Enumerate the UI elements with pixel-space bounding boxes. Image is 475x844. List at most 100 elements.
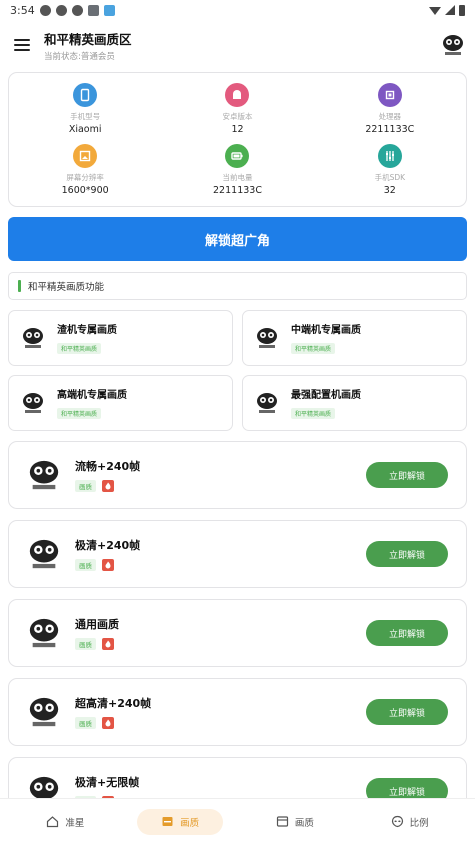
unlock-now-button[interactable]: 立即解锁 (366, 462, 448, 488)
info-label: 屏幕分辨率 (66, 172, 104, 182)
pubg-logo-icon (29, 697, 59, 727)
quality-card-high-end[interactable]: 高端机专属画质 和平精英画质 (8, 375, 233, 431)
window-icon (276, 816, 288, 827)
menu-icon[interactable] (14, 39, 30, 51)
status-time: 3:54 (10, 3, 35, 17)
mode-tag: 画质 (75, 480, 96, 492)
card-tag: 和平精英画质 (291, 408, 336, 419)
pubg-logo-icon (29, 618, 59, 648)
quality-grid: 渣机专属画质 和平精英画质 中端机专属画质 和平精英画质 高端机专属画质 和平精… (8, 310, 467, 431)
nav-quality[interactable]: 画质 (252, 809, 338, 835)
mode-card[interactable]: 流畅+240帧 画质 立即解锁 (8, 441, 467, 509)
mode-tag: 画质 (75, 559, 96, 571)
unlock-now-button[interactable]: 立即解锁 (366, 778, 448, 798)
fire-icon (102, 717, 114, 729)
info-label: 处理器 (378, 112, 402, 122)
wifi-icon (429, 7, 441, 15)
nav-crosshair[interactable]: 准星 (22, 809, 108, 835)
mode-card[interactable]: 通用画质 画质 立即解锁 (8, 599, 467, 667)
card-title: 渣机专属画质 (57, 325, 117, 336)
mode-list: 流畅+240帧 画质 立即解锁 极清+240帧 画质 立即解锁 通用画质 画质 … (8, 441, 467, 798)
nav-ratio[interactable]: 比例 (367, 809, 453, 835)
nav-label: 比例 (409, 817, 429, 829)
mode-name: 极清+无限帧 (75, 776, 140, 789)
info-value: 12 (231, 124, 244, 136)
quality-card-mid-range[interactable]: 中端机专属画质 和平精英画质 (242, 310, 467, 366)
home-icon (47, 816, 59, 828)
image-icon (73, 143, 98, 168)
info-processor: 处理器 2211133C (314, 79, 466, 140)
mode-name: 流畅+240帧 (75, 460, 141, 473)
quality-card-flagship[interactable]: 最强配置机画质 和平精英画质 (242, 375, 467, 431)
pubg-logo-icon (257, 393, 277, 413)
mode-name: 超高清+240帧 (75, 697, 152, 710)
info-value: 32 (383, 184, 396, 196)
unlock-now-button[interactable]: 立即解锁 (366, 699, 448, 725)
section-header: 和平精英画质功能 (8, 272, 467, 300)
bottom-nav: 准星 画质 画质 比例 (0, 798, 475, 844)
unlock-now-button[interactable]: 立即解锁 (366, 541, 448, 567)
notification-icon (39, 4, 51, 16)
card-tag: 和平精英画质 (57, 408, 102, 419)
telegram-icon (55, 4, 67, 16)
status-right (429, 4, 465, 16)
mode-card[interactable]: 极清+无限帧 画质 立即解锁 (8, 757, 467, 798)
status-bar: 3:54 (0, 0, 475, 20)
nav-label: 准星 (65, 817, 85, 829)
inbox-icon (162, 817, 173, 826)
signal-icon (445, 5, 455, 15)
app-bar: 和平精英画质区 当前状态:普通会员 (0, 20, 475, 70)
info-label: 安卓版本 (222, 112, 253, 122)
fire-icon (102, 480, 114, 492)
nav-label: 画质 (294, 817, 314, 829)
info-value: Xiaomi (68, 124, 102, 136)
card-tag: 和平精英画质 (291, 343, 336, 354)
main-content[interactable]: 手机型号 Xiaomi 安卓版本 12 处理器 2211133C 屏幕分辨率 1… (0, 70, 475, 798)
section-title: 和平精英画质功能 (28, 282, 105, 293)
alien-icon (391, 815, 403, 828)
mode-card[interactable]: 超高清+240帧 画质 立即解锁 (8, 678, 467, 746)
info-value: 2211133C (365, 124, 415, 136)
pubg-logo-icon (257, 328, 277, 348)
battery-icon (225, 143, 250, 168)
info-sdk: 手机SDK 32 (314, 140, 466, 201)
mode-name: 通用画质 (75, 618, 119, 631)
chip-icon (377, 83, 402, 108)
info-android-version: 安卓版本 12 (161, 79, 313, 140)
info-value: 1600*900 (61, 184, 109, 196)
pubg-logo-icon (29, 460, 59, 490)
mode-tag: 画质 (75, 717, 96, 729)
status-left: 3:54 (10, 4, 115, 17)
pubg-logo-icon[interactable] (441, 33, 465, 57)
nav-label: 画质 (180, 817, 200, 829)
unlock-wide-angle-button[interactable]: 解锁超广角 (8, 217, 467, 261)
fire-icon (102, 638, 114, 650)
phone-icon (73, 83, 98, 108)
info-label: 手机SDK (374, 172, 406, 182)
android-icon (225, 83, 250, 108)
section-accent-bar (18, 280, 21, 292)
mode-tag: 画质 (75, 638, 96, 650)
app-notification-icon (103, 4, 115, 16)
card-title: 最强配置机画质 (291, 390, 361, 401)
mode-card[interactable]: 极清+240帧 画质 立即解锁 (8, 520, 467, 588)
unlock-now-button[interactable]: 立即解锁 (366, 620, 448, 646)
card-title: 中端机专属画质 (291, 325, 361, 336)
info-label: 当前电量 (222, 172, 253, 182)
fire-icon (102, 559, 114, 571)
nav-quality-active[interactable]: 画质 (137, 808, 224, 835)
mode-name: 极清+240帧 (75, 539, 141, 552)
quality-card-low-end[interactable]: 渣机专属画质 和平精英画质 (8, 310, 233, 366)
pubg-logo-icon (23, 328, 43, 348)
telegram-icon (71, 4, 83, 16)
info-value: 2211133C (213, 184, 262, 196)
app-title: 和平精英画质区 (44, 31, 132, 47)
pubg-logo-icon (23, 393, 43, 413)
pubg-logo-icon (29, 539, 59, 569)
card-title: 高端机专属画质 (57, 390, 127, 401)
info-battery: 当前电量 2211133C (161, 140, 313, 201)
app-titles: 和平精英画质区 当前状态:普通会员 (44, 29, 441, 62)
cat-icon (87, 4, 99, 16)
info-resolution: 屏幕分辨率 1600*900 (9, 140, 161, 201)
battery-status-icon (459, 4, 465, 16)
